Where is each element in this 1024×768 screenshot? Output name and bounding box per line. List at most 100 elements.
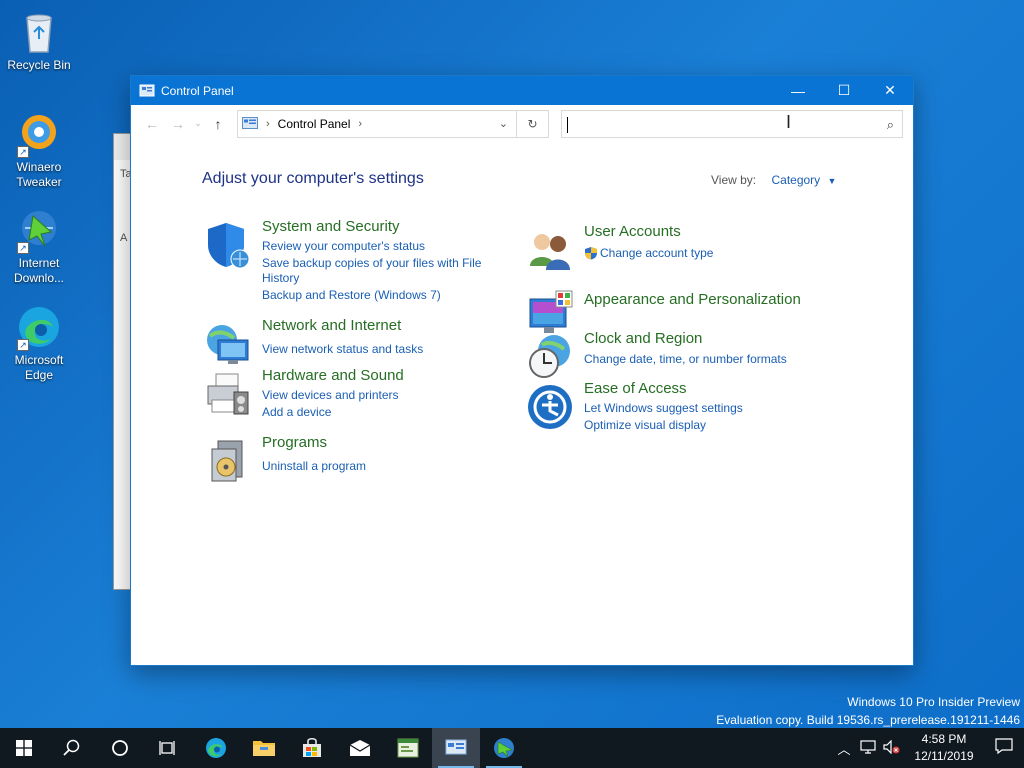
recent-locations-chevron-icon[interactable]: ⌄ xyxy=(191,118,205,129)
uac-shield-icon xyxy=(584,246,598,265)
category-clock-and-region: Clock and Region Change date, time, or n… xyxy=(526,330,826,378)
category-title[interactable]: Clock and Region xyxy=(584,330,702,347)
title-bar[interactable]: Control Panel — ☐ ✕ xyxy=(131,76,913,105)
control-panel-icon xyxy=(139,84,155,96)
clock-globe-icon xyxy=(529,335,570,378)
desktop: Ta A Recycle Bin ↗ Winaero Tweaker ↗ Int… xyxy=(0,0,1024,728)
category-ease-of-access: Ease of Access Let Windows suggest setti… xyxy=(526,380,826,433)
view-by-label: View by: xyxy=(711,173,757,187)
refresh-icon[interactable]: ↻ xyxy=(516,110,548,137)
breadcrumb-control-panel[interactable]: Control Panel xyxy=(278,117,351,131)
taskbar-microsoft-store[interactable] xyxy=(288,728,336,768)
task-view-icon xyxy=(159,741,175,755)
mouse-cursor-ibeam-icon: I xyxy=(786,112,792,132)
window-title: Control Panel xyxy=(161,83,234,98)
link-save-backup-history[interactable]: History xyxy=(262,271,299,285)
search-icon[interactable]: ⌕ xyxy=(887,117,894,133)
desktop-icon-winaero-tweaker[interactable]: ↗ Winaero Tweaker xyxy=(3,110,75,190)
minimize-button[interactable]: — xyxy=(775,76,821,105)
view-by-dropdown[interactable]: Category xyxy=(771,173,820,187)
network-globe-icon xyxy=(207,325,249,364)
shortcut-arrow-icon: ↗ xyxy=(17,146,29,158)
recycle-bin-icon xyxy=(15,8,63,56)
cortana-circle-icon xyxy=(112,740,128,756)
start-button[interactable] xyxy=(0,728,48,768)
link-review-status[interactable]: Review your computer's status xyxy=(262,239,425,253)
search-button[interactable] xyxy=(48,728,96,768)
category-title[interactable]: System and Security xyxy=(262,218,400,235)
control-panel-content: Adjust your computer's settings View by:… xyxy=(131,143,913,665)
task-view-button[interactable] xyxy=(144,728,192,768)
control-panel-window: Control Panel — ☐ ✕ ← → ⌄ ↑ › Control Pa… xyxy=(130,75,914,666)
desktop-icon-label: Winaero Tweaker xyxy=(16,160,62,189)
link-optimize-visual-display[interactable]: Optimize visual display xyxy=(584,418,706,432)
control-panel-icon xyxy=(445,739,467,755)
link-backup-restore[interactable]: Backup and Restore (Windows 7) xyxy=(262,288,441,302)
watermark-line-1: Windows 10 Pro Insider Preview xyxy=(847,695,1020,709)
category-title[interactable]: Hardware and Sound xyxy=(262,367,404,384)
taskbar-winaero-tweaker[interactable] xyxy=(480,728,528,768)
breadcrumb-chevron-icon[interactable]: › xyxy=(358,118,362,130)
taskbar-app-window[interactable] xyxy=(384,728,432,768)
category-title[interactable]: Programs xyxy=(262,434,327,451)
dropdown-arrow-icon[interactable]: ▼ xyxy=(828,176,837,186)
watermark-line-2: Evaluation copy. Build 19536.rs_prerelea… xyxy=(716,713,1020,727)
desktop-icon-microsoft-edge[interactable]: ↗ Microsoft Edge xyxy=(3,303,75,383)
search-icon xyxy=(63,739,80,756)
desktop-icon-label: Microsoft Edge xyxy=(14,353,64,382)
link-windows-suggest-settings[interactable]: Let Windows suggest settings xyxy=(584,401,743,415)
link-devices-printers[interactable]: View devices and printers xyxy=(262,388,399,402)
search-box[interactable]: ⌕ xyxy=(561,109,903,138)
network-icon[interactable] xyxy=(856,739,880,757)
folder-icon xyxy=(253,741,275,756)
internet-download-manager-icon: ↗ xyxy=(15,206,63,254)
address-dropdown-icon[interactable]: ⌄ xyxy=(499,117,508,130)
taskbar: ︿ 4:58 PM 12/11/2019 xyxy=(0,728,1024,768)
category-title[interactable]: Appearance and Personalization xyxy=(584,291,801,308)
text-caret xyxy=(567,116,568,133)
link-add-device[interactable]: Add a device xyxy=(262,405,331,419)
back-arrow-icon[interactable]: ← xyxy=(139,116,165,132)
up-arrow-icon[interactable]: ↑ xyxy=(205,116,231,132)
background-window-text: A xyxy=(120,232,128,244)
action-center-icon[interactable] xyxy=(984,737,1024,759)
taskbar-microsoft-edge[interactable] xyxy=(192,728,240,768)
clock-time: 4:58 PM xyxy=(921,732,967,746)
link-save-backup[interactable]: Save backup copies of your files with Fi… xyxy=(262,256,481,270)
category-title[interactable]: User Accounts xyxy=(584,223,681,240)
breadcrumb-separator-icon: › xyxy=(266,117,270,130)
control-panel-icon xyxy=(242,116,258,129)
address-bar[interactable]: › Control Panel › ⌄ ↻ xyxy=(237,109,549,138)
close-button[interactable]: ✕ xyxy=(867,76,913,105)
link-network-status[interactable]: View network status and tasks xyxy=(262,342,423,356)
programs-icon xyxy=(211,440,243,482)
clock-date: 12/11/2019 xyxy=(914,749,974,763)
link-change-date-time[interactable]: Change date, time, or number formats xyxy=(584,352,787,366)
desktop-icon-internet-download-manager[interactable]: ↗ Internet Downlo... xyxy=(3,206,75,286)
link-change-account-type[interactable]: Change account type xyxy=(600,246,713,260)
forward-arrow-icon[interactable]: → xyxy=(165,116,191,132)
category-title[interactable]: Network and Internet xyxy=(262,317,401,334)
winaero-tweaker-icon xyxy=(494,738,514,758)
app-window-icon xyxy=(397,738,419,758)
system-clock[interactable]: 4:58 PM 12/11/2019 xyxy=(904,731,984,765)
link-uninstall-program[interactable]: Uninstall a program xyxy=(262,459,366,473)
desktop-icon-recycle-bin[interactable]: Recycle Bin xyxy=(3,8,75,73)
navigation-bar: ← → ⌄ ↑ › Control Panel › ⌄ ↻ ⌕ xyxy=(131,105,913,143)
volume-muted-icon[interactable] xyxy=(880,739,904,757)
taskbar-mail[interactable] xyxy=(336,728,384,768)
maximize-button[interactable]: ☐ xyxy=(821,76,867,105)
taskbar-control-panel[interactable] xyxy=(432,728,480,768)
taskbar-file-explorer[interactable] xyxy=(240,728,288,768)
microsoft-edge-icon: ↗ xyxy=(15,303,63,351)
show-hidden-icons-chevron-icon[interactable]: ︿ xyxy=(832,739,856,758)
user-accounts-icon xyxy=(530,234,570,270)
shield-icon xyxy=(208,223,250,269)
desktop-icon-label: Internet Downlo... xyxy=(13,256,65,285)
cortana-button[interactable] xyxy=(96,728,144,768)
windows-build-watermark: Windows 10 Pro Insider Preview Evaluatio… xyxy=(716,693,1020,729)
category-title[interactable]: Ease of Access xyxy=(584,380,687,397)
category-system-and-security: System and Security Review your computer… xyxy=(204,218,504,302)
ease-of-access-icon xyxy=(528,385,572,429)
appearance-icon xyxy=(529,290,573,333)
